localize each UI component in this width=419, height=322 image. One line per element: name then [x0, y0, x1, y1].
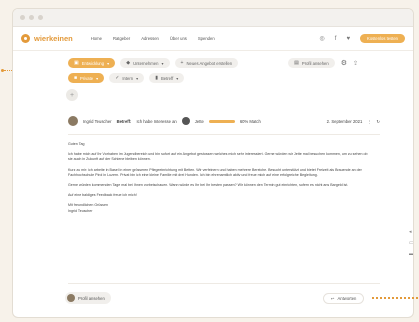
top-navigation: wierkeinen Home Ratgeber Adressen Über u…: [13, 27, 413, 51]
lock-icon: ■: [74, 75, 78, 81]
match-count: 60% Match: [239, 118, 261, 124]
tag-intern[interactable]: ✓ Intern ▾: [109, 73, 145, 83]
divider: [68, 283, 380, 284]
letter-signature: Ingrid Teuscher: [68, 208, 93, 213]
user-icon: ▮: [155, 75, 158, 81]
sender-name[interactable]: Ingrid Teuscher: [83, 119, 112, 124]
view-profile-button[interactable]: Profil ansehen: [65, 292, 111, 304]
reply-button[interactable]: ↩ Antworten: [323, 293, 365, 304]
globe-icon[interactable]: ◎: [320, 35, 325, 42]
subject-label: Betreff:: [116, 118, 132, 124]
subject-text: Ich habe Interesse an: [136, 118, 177, 124]
window-dot[interactable]: [29, 15, 34, 20]
annotation-dotted-line-left: [1, 69, 12, 72]
chevron-down-icon: ▾: [161, 60, 164, 66]
archive-icon[interactable]: ▬: [409, 251, 413, 257]
share-icon[interactable]: ◂: [409, 229, 413, 235]
add-tag-button[interactable]: +: [66, 89, 78, 101]
menu-item-about[interactable]: Über uns: [170, 36, 187, 41]
facebook-icon[interactable]: f: [335, 36, 337, 42]
logo-icon: [21, 34, 30, 43]
tag-betreff[interactable]: ▮ Betreff ▾: [149, 73, 185, 83]
document-icon: ▤: [294, 60, 299, 66]
profile-view-button[interactable]: ▤ Profil ansehen: [288, 58, 335, 68]
window-dot[interactable]: [38, 15, 43, 20]
check-icon: ✓: [115, 75, 120, 81]
message-meta: Ingrid Teuscher Betreff: Ich habe Intere…: [68, 116, 380, 126]
window-dot[interactable]: [20, 15, 25, 20]
new-offer-button[interactable]: + Neues Angebot erstellen: [174, 58, 239, 68]
nav-actions: ◎ f ♥ Kostenlos testen: [320, 34, 405, 43]
menu-item-home[interactable]: Home: [91, 36, 102, 41]
tag-icon: ◆: [126, 60, 131, 66]
settings-icon[interactable]: ⚙: [341, 59, 347, 67]
side-toolbar: ◂ ▭ ▬: [409, 229, 413, 257]
tag-entwicklung[interactable]: ▣ Entwicklung ▾: [68, 58, 116, 68]
window-titlebar: [13, 9, 413, 27]
twitter-icon[interactable]: ♥: [346, 36, 350, 42]
chevron-down-icon: ▾: [107, 60, 110, 66]
tag-row-primary: ▣ Entwicklung ▾ ◆ Unternehmen ▾ + Neues …: [13, 58, 413, 68]
menu-item-adressen[interactable]: Adressen: [141, 36, 159, 41]
recipient-name[interactable]: Jette: [195, 119, 204, 124]
main-menu: Home Ratgeber Adressen Über uns Spenden: [91, 36, 215, 41]
menu-item-ratgeber[interactable]: Ratgeber: [113, 36, 130, 41]
more-options-icon[interactable]: ⋮: [367, 119, 371, 124]
match-bar: [208, 119, 235, 123]
print-icon[interactable]: ▭: [409, 240, 413, 246]
menu-item-spenden[interactable]: Spenden: [198, 36, 215, 41]
brand-logo[interactable]: wierkeinen: [21, 34, 73, 43]
letter-paragraph: Auf eine baldiges Feedback freue ich mic…: [68, 193, 137, 198]
message-date: 2. September 2021: [326, 118, 363, 124]
plus-icon: +: [180, 60, 184, 66]
sender-avatar: [67, 294, 75, 302]
tag-private[interactable]: ■ Private ▾: [68, 73, 105, 83]
signup-button[interactable]: Kostenlos testen: [360, 34, 405, 43]
letter-paragraph: Gerne würden kommenden Tage mal bei Ihne…: [68, 183, 349, 188]
divider: [68, 134, 380, 135]
sender-avatar[interactable]: [68, 116, 78, 126]
chevron-down-icon: ▾: [176, 75, 179, 81]
chevron-down-icon: ▾: [136, 75, 139, 81]
brand-name: wierkeinen: [34, 34, 73, 43]
tag-row-secondary: ■ Private ▾ ✓ Intern ▾ ▮ Betreff ▾: [13, 73, 413, 83]
plus-icon: +: [69, 91, 75, 99]
message-body: Guten Tag Ich habe mich auf Ihr Vorhaben…: [68, 142, 368, 214]
history-icon[interactable]: ↻: [376, 119, 380, 124]
letter-paragraph: Ich habe mich auf Ihr Vorhaben im Jugend…: [68, 152, 368, 162]
chevron-down-icon: ▾: [96, 75, 99, 81]
tag-row-actions: ▤ Profil ansehen ⚙ ⇪: [288, 58, 358, 68]
letter-paragraph: Kurz zu mir: ich arbeite in Basel in ein…: [68, 167, 362, 177]
letter-greeting: Guten Tag: [68, 142, 85, 146]
folder-icon: ▣: [74, 60, 79, 66]
tag-unternehmen[interactable]: ◆ Unternehmen ▾: [120, 58, 170, 68]
recipient-avatar[interactable]: [181, 117, 190, 125]
share-icon[interactable]: ⇪: [353, 60, 358, 67]
browser-window: wierkeinen Home Ratgeber Adressen Über u…: [12, 8, 414, 318]
annotation-dotted-line-right: [372, 297, 418, 299]
reply-icon: ↩: [331, 296, 335, 301]
